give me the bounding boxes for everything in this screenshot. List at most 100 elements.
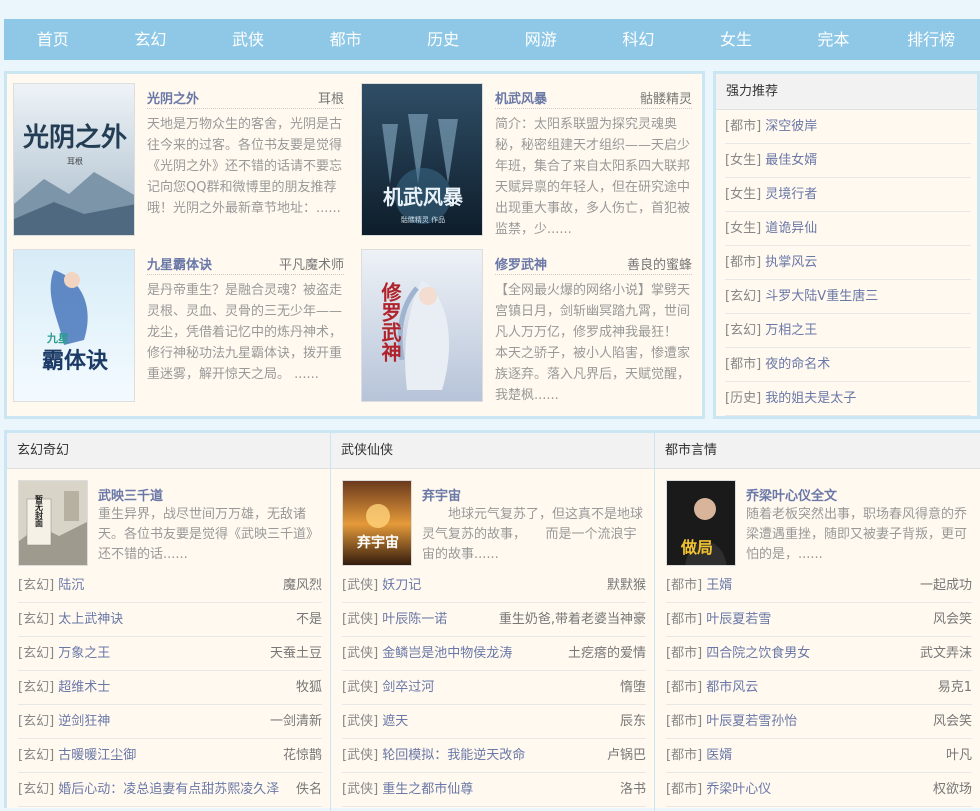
nav-wangyou[interactable]: 网游 <box>492 19 590 60</box>
category-tag: [女生] <box>725 153 762 168</box>
list-item[interactable]: [都市] 执掌风云 <box>725 246 971 280</box>
list-item[interactable]: [玄幻] 万象之王 天蚕土豆 <box>18 637 322 671</box>
book-link[interactable]: 道诡异仙 <box>765 221 817 236</box>
book-link[interactable]: 万相之王 <box>765 323 817 338</box>
list-item[interactable]: [玄幻] 逆剑狂神 一剑清新 <box>18 705 322 739</box>
list-item[interactable]: [玄幻] 太上武神诀 不是 <box>18 603 322 637</box>
category-tag: [都市] <box>666 612 703 627</box>
list-item[interactable]: [都市] 叶辰夏若雪孙怡 风会笑 <box>666 705 972 739</box>
category-columns: 玄幻奇幻 暂无封面 武映三千道 重生异界，战尽世间万万雄，无敌诸天。各位书友要是… <box>4 430 980 811</box>
list-item[interactable]: [玄幻] 婚后心动：凌总追妻有点甜苏熙凌久泽 佚名 <box>18 773 322 807</box>
category-tag: [都市] <box>725 119 762 134</box>
book-link[interactable]: 叶辰夏若雪 <box>706 612 771 627</box>
book-link[interactable]: 深空彼岸 <box>765 119 817 134</box>
nav-dushi[interactable]: 都市 <box>297 19 395 60</box>
svg-text:做局: 做局 <box>680 538 713 557</box>
book-author: 惰堕 <box>619 680 646 695</box>
book-link[interactable]: 都市风云 <box>706 680 758 695</box>
book-title[interactable]: 乔梁叶心仪全文 <box>746 485 837 504</box>
column-list: [玄幻] 陆沉 魔风烈 [玄幻] 太上武神诀 不是 [玄幻] 万象之王 天蚕土豆 [玄… <box>7 569 330 807</box>
book-title[interactable]: 弃宇宙 <box>422 485 461 504</box>
book-cover[interactable]: 做局 <box>666 480 736 566</box>
book-link[interactable]: 叶辰夏若雪孙怡 <box>706 714 797 729</box>
nav-home[interactable]: 首页 <box>4 19 102 60</box>
list-item[interactable]: [玄幻] 超维术士 牧狐 <box>18 671 322 705</box>
list-item[interactable]: [武侠] 妖刀记 默默猴 <box>342 569 646 603</box>
nav-lishi[interactable]: 历史 <box>394 19 492 60</box>
list-item[interactable]: [历史] 我的姐夫是太子 <box>725 382 971 416</box>
category-tag: [玄幻] <box>18 782 55 797</box>
list-item[interactable]: [武侠] 金鳞岂是池中物侯龙涛 土疙瘩的爱情 <box>342 637 646 671</box>
book-link[interactable]: 夜的命名术 <box>765 357 830 372</box>
book-cover[interactable]: 弃宇宙 <box>342 480 412 566</box>
list-item[interactable]: [玄幻] 万相之王 <box>725 314 971 348</box>
nav-ranking[interactable]: 排行榜 <box>882 19 980 60</box>
book-link[interactable]: 我的姐夫是太子 <box>765 391 856 406</box>
list-item[interactable]: [都市] 夜的命名术 <box>725 348 971 382</box>
book-title[interactable]: 修罗武神 <box>495 254 547 273</box>
book-link[interactable]: 遮天 <box>382 714 408 729</box>
nav-wuxia[interactable]: 武侠 <box>199 19 297 60</box>
category-tag: [玄幻] <box>18 748 55 763</box>
book-link[interactable]: 执掌风云 <box>765 255 817 270</box>
list-item[interactable]: [武侠] 重生之都市仙尊 洛书 <box>342 773 646 807</box>
book-link[interactable]: 灵境行者 <box>765 187 817 202</box>
list-item[interactable]: [玄幻] 斗罗大陆V重生唐三 <box>725 280 971 314</box>
list-item[interactable]: [女生] 灵境行者 <box>725 178 971 212</box>
book-cover[interactable]: 机武风暴 骷髅精灵 作品 <box>361 83 483 236</box>
book-cover[interactable]: 光阴之外 耳根 <box>13 83 135 236</box>
category-tag: [武侠] <box>342 714 379 729</box>
list-item[interactable]: [都市] 王婿 一起成功 <box>666 569 972 603</box>
book-link[interactable]: 最佳女婿 <box>765 153 817 168</box>
book-title[interactable]: 九星霸体诀 <box>147 254 212 273</box>
book-link[interactable]: 古暖暖江尘御 <box>58 748 136 763</box>
nav-kehuan[interactable]: 科幻 <box>590 19 688 60</box>
book-link[interactable]: 逆剑狂神 <box>58 714 110 729</box>
book-link[interactable]: 婚后心动：凌总追妻有点甜苏熙凌久泽 <box>58 782 279 797</box>
list-item[interactable]: [武侠] 叶辰陈一诺 重生奶爸,带着老婆当神豪 <box>342 603 646 637</box>
book-link[interactable]: 医婿 <box>706 748 732 763</box>
book-link[interactable]: 太上武神诀 <box>58 612 123 627</box>
book-link[interactable]: 乔梁叶心仪 <box>706 782 771 797</box>
book-link[interactable]: 万象之王 <box>58 646 110 661</box>
list-item[interactable]: [都市] 深空彼岸 <box>725 110 971 144</box>
book-link[interactable]: 剑卒过河 <box>382 680 434 695</box>
list-item[interactable]: [女生] 道诡异仙 <box>725 212 971 246</box>
list-item[interactable]: [都市] 都市风云 易克1 <box>666 671 972 705</box>
book-link[interactable]: 超维术士 <box>58 680 110 695</box>
book-link[interactable]: 四合院之饮食男女 <box>706 646 810 661</box>
nav-nvsheng[interactable]: 女生 <box>687 19 785 60</box>
nav-xuanhuan[interactable]: 玄幻 <box>102 19 200 60</box>
list-item[interactable]: [武侠] 轮回模拟：我能逆天改命 卢锅巴 <box>342 739 646 773</box>
list-item[interactable]: [都市] 乔梁叶心仪 权欲场 <box>666 773 972 807</box>
book-link[interactable]: 斗罗大陆V重生唐三 <box>765 289 878 304</box>
list-item[interactable]: [都市] 四合院之饮食男女 武文弄沫 <box>666 637 972 671</box>
book-link[interactable]: 王婿 <box>706 578 732 593</box>
book-cover[interactable]: 修罗武神 <box>361 249 483 402</box>
book-link[interactable]: 叶辰陈一诺 <box>382 612 447 627</box>
book-link[interactable]: 重生之都市仙尊 <box>382 782 473 797</box>
list-item[interactable]: [都市] 医婿 叶凡 <box>666 739 972 773</box>
list-item[interactable]: [玄幻] 古暖暖江尘御 花惊鹊 <box>18 739 322 773</box>
list-item[interactable]: [武侠] 剑卒过河 惰堕 <box>342 671 646 705</box>
book-cover[interactable]: 暂无封面 <box>18 480 88 566</box>
svg-text:光阴之外: 光阴之外 <box>22 122 127 153</box>
book-link[interactable]: 轮回模拟：我能逆天改命 <box>382 748 525 763</box>
list-item[interactable]: [女生] 最佳女婿 <box>725 144 971 178</box>
list-item[interactable]: [都市] 叶辰夏若雪 风会笑 <box>666 603 972 637</box>
book-author: 牧狐 <box>295 680 322 695</box>
book-title[interactable]: 光阴之外 <box>147 88 199 107</box>
book-cover[interactable]: 九星 霸体诀 <box>13 249 135 402</box>
category-tag: [历史] <box>725 391 762 406</box>
book-link[interactable]: 陆沉 <box>58 578 84 593</box>
book-author: 一剑清新 <box>269 714 322 729</box>
book-link[interactable]: 妖刀记 <box>382 578 421 593</box>
nav-wanben[interactable]: 完本 <box>785 19 883 60</box>
category-tag: [都市] <box>666 646 703 661</box>
book-link[interactable]: 金鳞岂是池中物侯龙涛 <box>382 646 512 661</box>
list-item[interactable]: [玄幻] 陆沉 魔风烈 <box>18 569 322 603</box>
book-author: 叶凡 <box>945 748 972 763</box>
book-title[interactable]: 机武风暴 <box>495 88 547 107</box>
list-item[interactable]: [武侠] 遮天 辰东 <box>342 705 646 739</box>
book-title[interactable]: 武映三千道 <box>98 485 163 504</box>
